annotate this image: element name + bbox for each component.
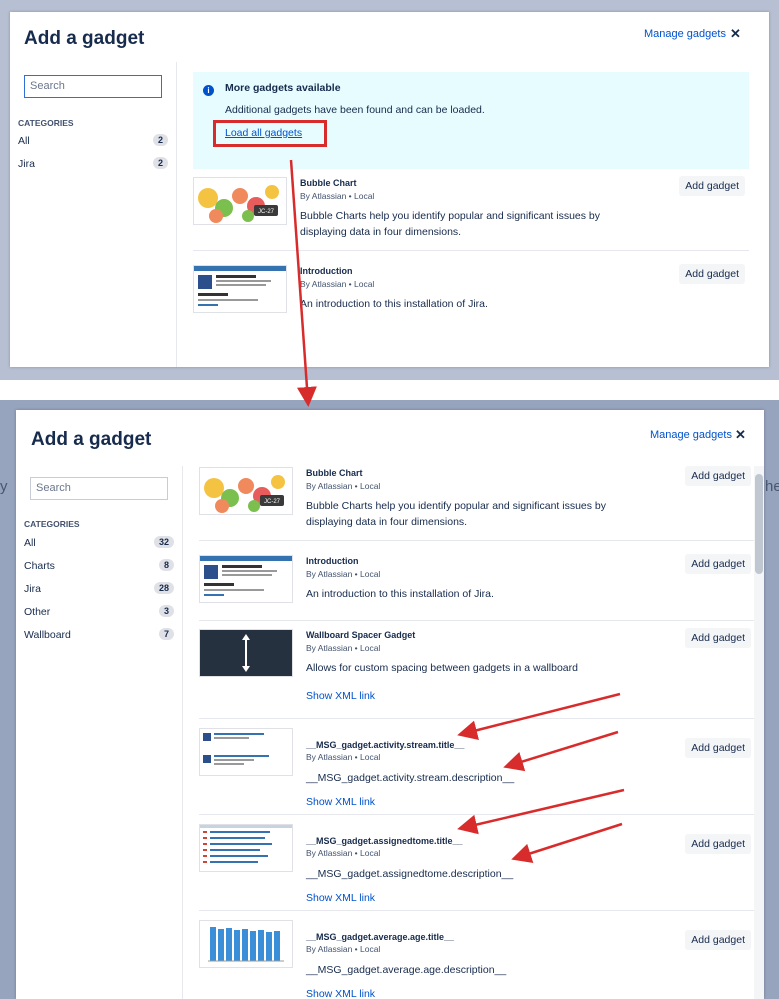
annotation-arrow-activity-title xyxy=(457,692,621,741)
annotation-arrow-assigned-desc xyxy=(511,822,623,863)
annotation-arrow-load-all xyxy=(289,159,317,407)
annotation-overlay xyxy=(289,159,625,863)
annotation-arrow-activity-desc xyxy=(503,730,619,772)
annotation-arrow-assigned-title xyxy=(457,788,625,835)
